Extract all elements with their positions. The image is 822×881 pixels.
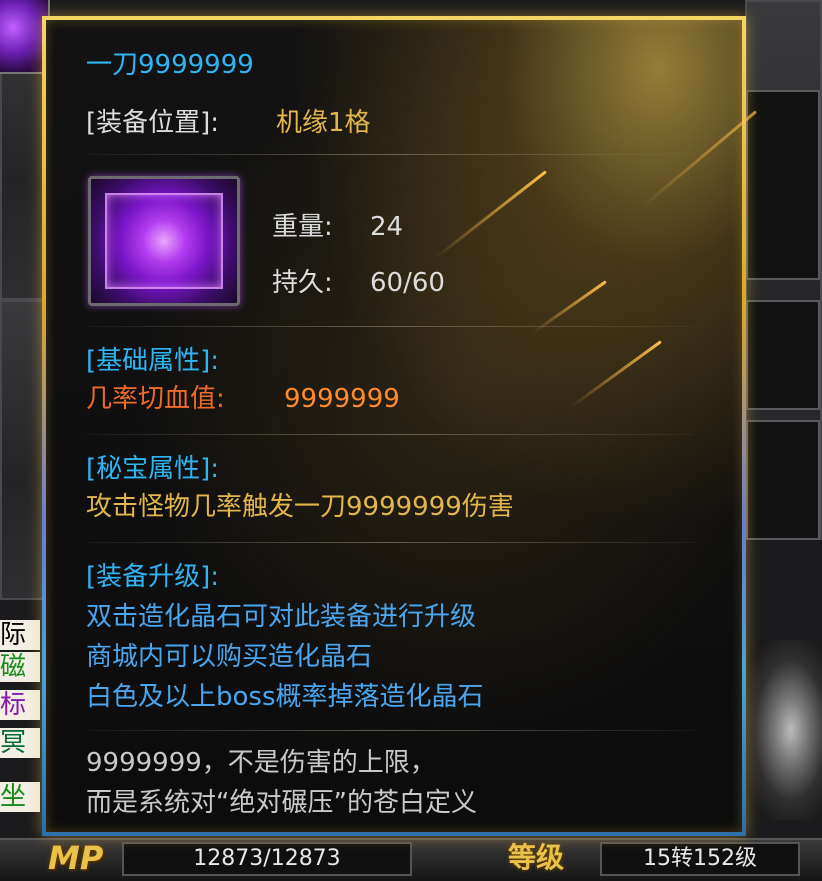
upgrade-line: 双击造化晶石可对此装备进行升级 (86, 602, 477, 632)
decorative-light-streak (571, 340, 662, 408)
equip-slot-value: 机缘1格 (276, 108, 371, 138)
side-char: 标 (0, 690, 40, 720)
flavor-text-line: 而是系统对“绝对碾压”的苍白定义 (86, 788, 477, 818)
durability-label: 持久: (272, 268, 333, 298)
level-label: 等级 (508, 841, 565, 874)
background-slot (746, 420, 820, 540)
decorative-light-streak (434, 170, 547, 259)
base-attribute-label: 几率切血值: (86, 384, 225, 414)
weight-label: 重量: (272, 212, 333, 242)
base-attribute-value: 9999999 (284, 384, 400, 414)
upgrade-line: 白色及以上boss概率掉落造化晶石 (86, 682, 484, 712)
decorative-serpent-icon (744, 640, 822, 820)
upgrade-line: 商城内可以购买造化晶石 (86, 642, 373, 672)
side-char: 磁 (0, 652, 40, 682)
upgrade-header: [装备升级]: (86, 562, 220, 592)
mp-label: MP (48, 839, 104, 877)
durability-value: 60/60 (370, 268, 445, 298)
background-slot (746, 300, 820, 410)
side-char: 际 (0, 620, 40, 650)
item-icon-purple-claw (88, 176, 240, 306)
decorative-light-streak (640, 110, 757, 210)
background-slot (746, 90, 820, 280)
divider (86, 434, 694, 435)
divider (86, 730, 694, 731)
side-char: 冥 (0, 728, 40, 758)
item-tooltip: 一刀9999999 [装备位置]: 机缘1格 重量: 24 持久: 60/60 … (42, 16, 757, 836)
background-panel-left (0, 300, 48, 600)
item-name: 一刀9999999 (86, 50, 254, 80)
secret-attribute-text: 攻击怪物几率触发一刀9999999伤害 (86, 492, 514, 522)
divider (86, 154, 694, 155)
flavor-text-line: 9999999，不是伤害的上限， (86, 748, 436, 778)
level-value: 15转152级 (600, 842, 800, 876)
side-char: 坐 (0, 782, 40, 812)
divider (86, 326, 694, 327)
weight-value: 24 (370, 212, 404, 242)
equip-slot-label: [装备位置]: (86, 108, 220, 138)
divider (86, 542, 694, 543)
base-attributes-header: [基础属性]: (86, 346, 220, 376)
mp-value: 12873/12873 (122, 842, 412, 876)
secret-attributes-header: [秘宝属性]: (86, 454, 220, 484)
